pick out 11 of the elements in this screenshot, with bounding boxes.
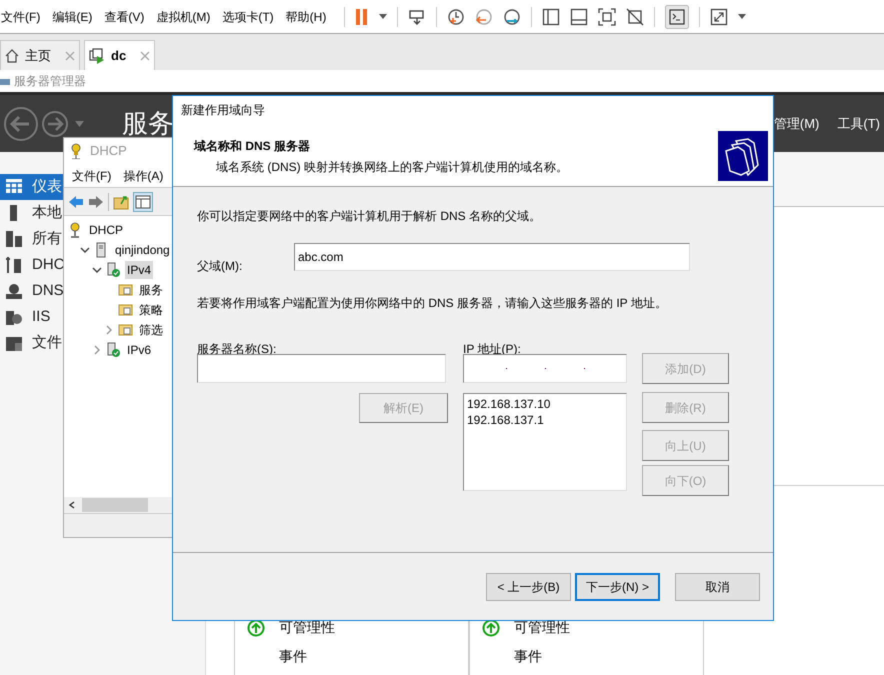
wizard-subheading: 域名系统 (DNS) 映射并转换网络上的客户端计算机使用的域名称。 bbox=[215, 159, 568, 176]
window-title: DHCP bbox=[90, 142, 127, 160]
status-label: 可管理性 bbox=[514, 618, 570, 637]
field-label: 父域(M): bbox=[197, 258, 242, 275]
wizard-heading: 域名称和 DNS 服务器 bbox=[194, 138, 312, 155]
page-title: 服务 bbox=[122, 107, 174, 140]
instruction-text: 若要将作用域客户端配置为使用你网络中的 DNS 服务器，请输入这些服务器的 IP 地址。 bbox=[197, 295, 667, 312]
status-label: 可管理性 bbox=[279, 618, 335, 637]
dialog-title: 新建作用域向导 bbox=[181, 102, 265, 118]
intro-text: 你可以指定要网络中的客户端计算机用于解析 DNS 名称的父域。 bbox=[197, 208, 542, 225]
breadcrumb-text: 服务器管理器 bbox=[14, 73, 86, 90]
